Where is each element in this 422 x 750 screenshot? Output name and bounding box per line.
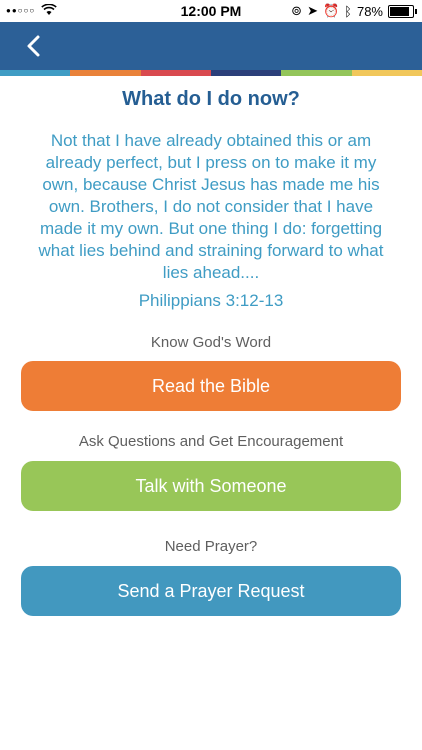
- prayer-request-button[interactable]: Send a Prayer Request: [21, 566, 401, 616]
- stripe-segment: [70, 70, 141, 76]
- nav-bar: [0, 22, 422, 70]
- bluetooth-icon: ᛒ: [344, 3, 352, 19]
- verse-line: what lies behind and straining forward t…: [38, 241, 384, 260]
- stripe-segment: [281, 70, 352, 76]
- verse-text: Not that I have already obtained this or…: [26, 130, 396, 284]
- verse-line: made it my own. But one thing I do: forg…: [39, 219, 383, 238]
- verse-line: already perfect, but I press on to make …: [45, 153, 377, 172]
- back-button[interactable]: [22, 34, 46, 58]
- page-title: What do I do now?: [122, 88, 300, 110]
- section-label-know: Know God's Word: [150, 334, 272, 351]
- verse-line: own. Brothers, I do not consider that I …: [48, 197, 374, 216]
- read-bible-button[interactable]: Read the Bible: [21, 361, 401, 411]
- verse-line: lies ahead....: [162, 263, 260, 282]
- battery-icon: [388, 4, 417, 18]
- stripe-segment: [351, 70, 422, 76]
- chevron-left-icon: [27, 35, 40, 57]
- rotation-lock-icon: ⊚: [291, 3, 303, 18]
- verse-reference: Philippians 3:12-13: [138, 291, 284, 310]
- stripe-segment: [0, 70, 71, 76]
- verse-line: own, because Christ Jesus has made me hi…: [42, 175, 380, 194]
- location-icon: ➤: [307, 3, 318, 18]
- section-label-prayer: Need Prayer?: [164, 538, 258, 555]
- talk-with-someone-button[interactable]: Talk with Someone: [21, 461, 401, 511]
- stripe-segment: [140, 70, 211, 76]
- status-right: ⊚ ➤ ⏰ ᛒ 78%: [291, 3, 417, 19]
- alarm-icon: ⏰: [322, 3, 340, 18]
- battery-percent: 78%: [356, 3, 383, 19]
- stripe-segment: [210, 70, 282, 76]
- color-stripe: [0, 70, 422, 76]
- verse-line: Not that I have already obtained this or…: [50, 131, 372, 150]
- section-label-ask: Ask Questions and Get Encouragement: [78, 433, 344, 450]
- status-bar: ●●○○○ 12:00 PM ⊚ ➤ ⏰ ᛒ 78%: [0, 0, 422, 22]
